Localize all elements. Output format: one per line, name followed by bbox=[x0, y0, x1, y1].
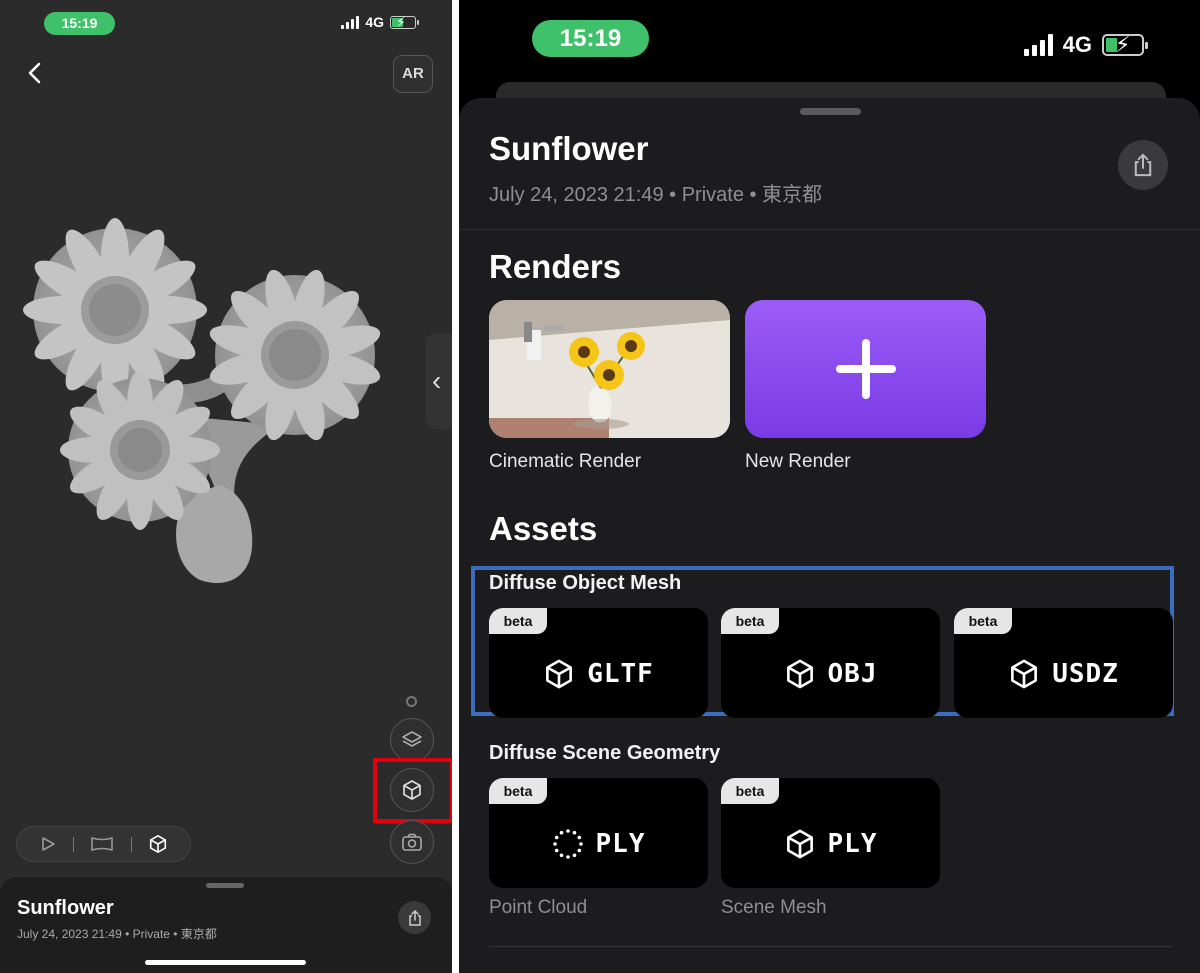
beta-badge: beta bbox=[721, 608, 779, 634]
new-render-label: New Render bbox=[745, 451, 851, 472]
point-cloud-icon bbox=[552, 829, 583, 859]
cube-icon[interactable] bbox=[148, 834, 168, 854]
cube-icon bbox=[546, 659, 573, 689]
cube-icon bbox=[786, 829, 813, 859]
asset-obj[interactable]: OBJ beta bbox=[721, 608, 940, 718]
network-label: 4G bbox=[365, 14, 384, 30]
asset-usdz[interactable]: USDZ beta bbox=[954, 608, 1173, 718]
cinematic-render-card[interactable] bbox=[489, 300, 730, 438]
highlight-box bbox=[373, 758, 452, 823]
status-bar-right: 4G ⚡ bbox=[341, 14, 419, 30]
chevron-left-icon bbox=[28, 62, 41, 84]
layers-icon bbox=[402, 731, 422, 747]
plus-icon bbox=[835, 339, 896, 399]
panorama-icon[interactable] bbox=[90, 835, 114, 853]
status-time: 15:19 bbox=[44, 12, 115, 35]
asset-ply-scene-mesh[interactable]: PLY beta bbox=[721, 778, 940, 888]
camera-button[interactable] bbox=[390, 820, 434, 864]
scene-mesh-label: Scene Mesh bbox=[721, 897, 827, 918]
asset-format-label: USDZ bbox=[1052, 659, 1119, 689]
sheet-grabber[interactable] bbox=[800, 108, 861, 115]
asset-format-label: GLTF bbox=[587, 659, 654, 689]
sunflower-3d-model[interactable] bbox=[20, 215, 400, 595]
capture-meta: July 24, 2023 21:49 • Private • 東京都 bbox=[489, 184, 823, 206]
asset-gltf[interactable]: GLTF beta bbox=[489, 608, 708, 718]
sheet-grabber[interactable] bbox=[206, 883, 244, 888]
left-screen: 15:19 4G ⚡ AR ‹ Sunflower July 24, 2023 … bbox=[0, 0, 452, 973]
capture-title: Sunflower bbox=[17, 897, 114, 919]
render-thumbnail bbox=[489, 300, 730, 438]
beta-badge: beta bbox=[721, 778, 779, 804]
battery-icon: ⚡ bbox=[1102, 32, 1148, 57]
home-indicator bbox=[145, 960, 306, 965]
status-bar-right: 4G ⚡ bbox=[1023, 32, 1148, 58]
cinematic-render-label: Cinematic Render bbox=[489, 451, 642, 472]
play-icon[interactable] bbox=[39, 835, 57, 853]
battery-icon: ⚡ bbox=[390, 14, 419, 30]
share-icon bbox=[1134, 153, 1152, 177]
signal-icon bbox=[341, 15, 360, 29]
camera-icon bbox=[402, 833, 422, 851]
indicator-dot bbox=[406, 696, 417, 707]
chevron-left-icon: ‹ bbox=[432, 365, 442, 396]
renders-heading: Renders bbox=[489, 248, 622, 285]
assets-heading: Assets bbox=[489, 510, 598, 547]
cube-icon bbox=[786, 659, 813, 689]
status-time: 15:19 bbox=[532, 20, 649, 57]
signal-icon bbox=[1023, 34, 1053, 56]
network-label: 4G bbox=[1062, 32, 1092, 57]
beta-badge: beta bbox=[489, 778, 547, 804]
beta-badge: beta bbox=[954, 608, 1012, 634]
back-button[interactable] bbox=[22, 58, 48, 88]
divider bbox=[459, 229, 1200, 230]
share-button[interactable] bbox=[398, 901, 431, 934]
capture-meta: July 24, 2023 21:49 • Private • 東京都 bbox=[17, 927, 217, 941]
beta-badge: beta bbox=[489, 608, 547, 634]
scene-geometry-group-title: Diffuse Scene Geometry bbox=[489, 742, 721, 764]
ar-button[interactable]: AR bbox=[393, 55, 433, 93]
layers-button[interactable] bbox=[390, 718, 434, 762]
cube-icon bbox=[1011, 659, 1038, 689]
asset-format-label: OBJ bbox=[827, 659, 878, 689]
asset-format-label: PLY bbox=[827, 829, 878, 859]
side-panel-handle[interactable]: ‹ bbox=[426, 333, 452, 429]
asset-format-label: PLY bbox=[595, 829, 646, 859]
asset-ply-point-cloud[interactable]: PLY beta bbox=[489, 778, 708, 888]
right-screen: 15:19 4G ⚡ Sunflower July 24, 2023 21:49… bbox=[459, 0, 1200, 973]
new-render-button[interactable] bbox=[745, 300, 986, 438]
bottom-sheet[interactable]: Sunflower July 24, 2023 21:49 • Private … bbox=[0, 877, 452, 973]
share-icon bbox=[408, 909, 421, 926]
capture-title: Sunflower bbox=[489, 130, 649, 167]
share-button[interactable] bbox=[1118, 140, 1168, 190]
detail-sheet: Sunflower July 24, 2023 21:49 • Private … bbox=[459, 98, 1200, 973]
view-mode-bar bbox=[16, 826, 191, 862]
point-cloud-label: Point Cloud bbox=[489, 897, 588, 918]
divider bbox=[489, 946, 1172, 947]
